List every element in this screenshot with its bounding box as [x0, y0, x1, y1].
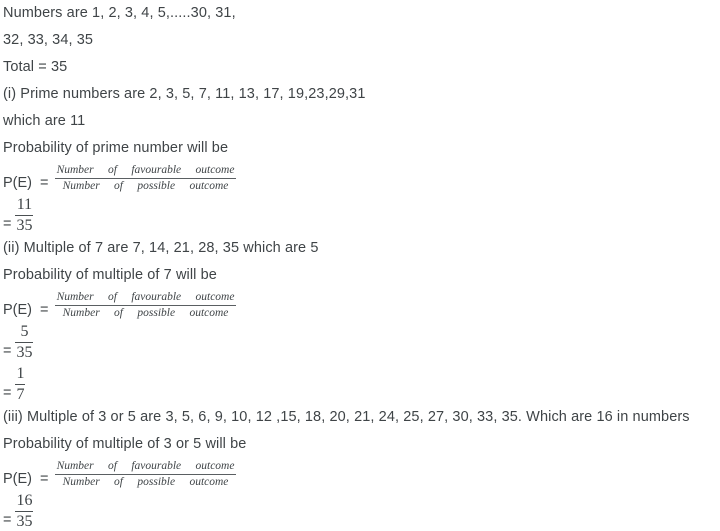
part-iii-formula: P(E) = Number of favourable outcome Numb…: [0, 459, 720, 489]
part-i-answer: = 11 35: [0, 193, 720, 235]
part-iii-answer: = 16 35: [0, 489, 720, 531]
part-i-formula: P(E) = Number of favourable outcome Numb…: [0, 163, 720, 193]
fraction-denominator: 35: [16, 217, 33, 234]
part-ii-answer-unreduced: = 5 35: [0, 320, 720, 362]
answer-fraction: 5 35: [15, 323, 34, 362]
ratio-denominator: Number of possible outcome: [62, 306, 229, 319]
part-iii-probability-label: Probability of multiple of 3 or 5 will b…: [3, 436, 247, 452]
fraction-numerator: 11: [15, 196, 34, 216]
part-ii-probability-label: Probability of multiple of 7 will be: [3, 267, 217, 283]
total-line: Total = 35: [3, 59, 68, 75]
part-i-probability-label: Probability of prime number will be: [3, 140, 229, 156]
pe-label: P(E) =: [3, 174, 53, 191]
ratio-numerator: Number of favourable outcome: [54, 164, 237, 179]
fraction-numerator: 5: [15, 323, 34, 343]
ratio-denominator: Number of possible outcome: [62, 475, 229, 488]
ratio-numerator: Number of favourable outcome: [54, 460, 237, 475]
fraction-denominator: 35: [16, 513, 33, 530]
probability-ratio: Number of favourable outcome Number of p…: [54, 164, 237, 193]
part-i-count: which are 11: [3, 113, 86, 129]
ratio-denominator: Number of possible outcome: [62, 179, 229, 192]
answer-fraction: 16 35: [15, 492, 34, 531]
equals-sign: =: [3, 511, 12, 528]
equals-sign: =: [3, 342, 12, 359]
numbers-line-1: Numbers are 1, 2, 3, 4, 5,.....30, 31,: [3, 5, 236, 21]
ratio-numerator: Number of favourable outcome: [54, 291, 237, 306]
answer-fraction: 1 7: [15, 365, 26, 404]
equals-sign: =: [3, 215, 12, 232]
probability-ratio: Number of favourable outcome Number of p…: [54, 291, 237, 320]
probability-ratio: Number of favourable outcome Number of p…: [54, 460, 237, 489]
pe-label: P(E) =: [3, 470, 53, 487]
pe-label: P(E) =: [3, 301, 53, 318]
fraction-denominator: 7: [16, 386, 25, 403]
fraction-numerator: 1: [15, 365, 26, 385]
part-ii-formula: P(E) = Number of favourable outcome Numb…: [0, 290, 720, 320]
numbers-line-2: 32, 33, 34, 35: [3, 32, 94, 48]
part-ii-answer-reduced: = 1 7: [0, 362, 720, 404]
answer-fraction: 11 35: [15, 196, 34, 235]
part-ii-statement: (ii) Multiple of 7 are 7, 14, 21, 28, 35…: [3, 240, 319, 256]
fraction-denominator: 35: [16, 344, 33, 361]
fraction-numerator: 16: [15, 492, 34, 512]
part-i-statement: (i) Prime numbers are 2, 3, 5, 7, 11, 13…: [3, 86, 366, 102]
equals-sign: =: [3, 384, 12, 401]
solution-page: Numbers are 1, 2, 3, 4, 5,.....30, 31, 3…: [0, 0, 720, 530]
part-iii-statement: (iii) Multiple of 3 or 5 are 3, 5, 6, 9,…: [3, 409, 690, 425]
